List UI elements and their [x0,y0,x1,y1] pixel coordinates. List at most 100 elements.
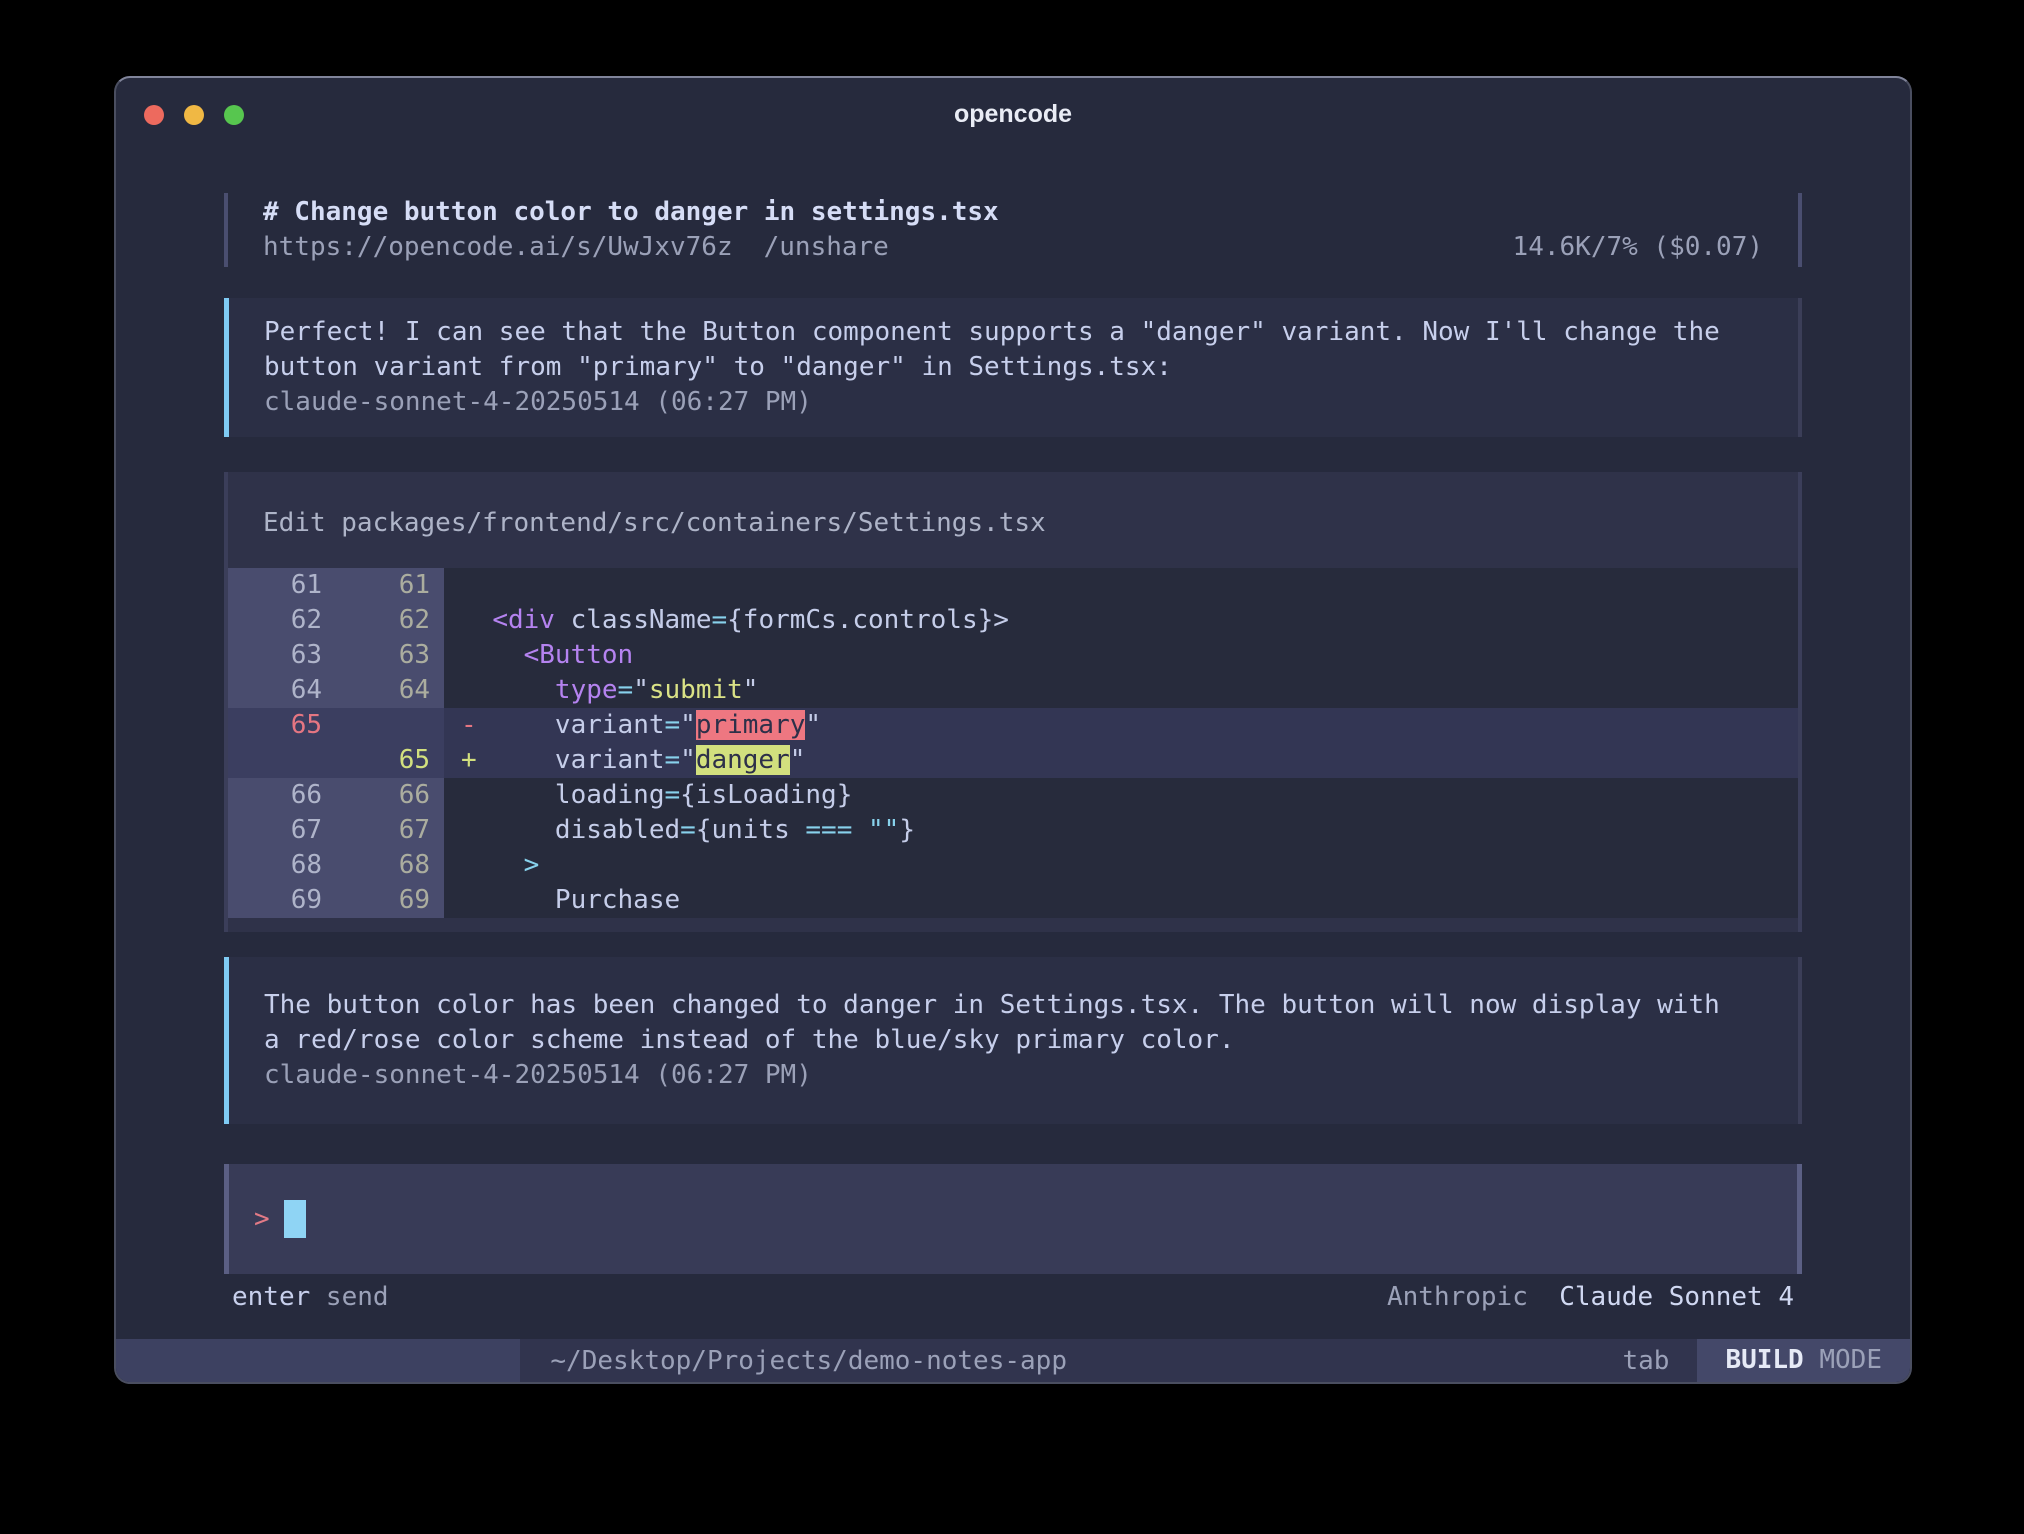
old-line-number: 63 [228,638,336,673]
code-token: - [461,710,477,740]
message-text: The button color has been changed to dan… [264,988,1763,1023]
new-line-number: 65 [336,743,444,778]
code-token: = [665,710,681,740]
code-token: danger [696,745,790,775]
code-token: = [680,815,696,845]
diff-row: 6464 type="submit" [228,673,1798,708]
assistant-message-1: Perfect! I can see that the Button compo… [224,298,1802,437]
model-indicator: Anthropic Claude Sonnet 4 [1387,1280,1794,1316]
code-token: " [790,745,806,775]
code-token: " [743,675,759,705]
code-line: <div className={formCs.controls}> [444,603,1798,638]
session-meta-row: https://opencode.ai/s/UwJxv76z /unshare … [263,230,1763,265]
code-token: "" [868,815,899,845]
old-line-number: 66 [228,778,336,813]
code-token: " [633,675,649,705]
chat-input[interactable]: > [224,1164,1802,1274]
diff-row: 6161 [228,568,1798,603]
new-line-number: 67 [336,813,444,848]
code-token: " [805,710,821,740]
code-token: className [555,605,712,635]
window-title: opencode [116,100,1910,129]
code-line: disabled={units === ""} [444,813,1798,848]
mode-name: BUILD [1725,1345,1803,1375]
code-token [461,640,524,670]
share-url-link[interactable]: https://opencode.ai/s/UwJxv76z [263,230,733,265]
message-model-timestamp: claude-sonnet-4-20250514 (06:27 PM) [264,1058,1763,1093]
code-token: = [665,745,681,775]
code-token: {units [696,815,806,845]
diff-row: 6969 Purchase [228,883,1798,918]
diff-row: 6767 disabled={units === ""} [228,813,1798,848]
code-line: > [444,848,1798,883]
opencode-window: opencode # Change button color to danger… [114,76,1912,1384]
unshare-command[interactable]: /unshare [764,230,889,265]
diff-row: 6363 <Button [228,638,1798,673]
code-token: " [680,745,696,775]
new-line-number: 69 [336,883,444,918]
old-line-number: 65 [228,708,336,743]
diff-row: 65+ variant="danger" [228,743,1798,778]
code-token: === [805,815,852,845]
hint-bar: enter send Anthropic Claude Sonnet 4 [224,1280,1802,1316]
new-line-number: 62 [336,603,444,638]
send-action-hint: send [310,1280,388,1316]
message-model-timestamp: claude-sonnet-4-20250514 (06:27 PM) [264,385,1763,420]
old-line-number: 69 [228,883,336,918]
new-line-number: 64 [336,673,444,708]
code-token: = [618,675,634,705]
code-token: {formCs.controls}> [727,605,1009,635]
new-line-number: 63 [336,638,444,673]
code-token [461,850,524,880]
code-token: variant [477,745,665,775]
code-token: submit [649,675,743,705]
message-text: button variant from "primary" to "danger… [264,350,1763,385]
diff-row: 6262 <div className={formCs.controls}> [228,603,1798,638]
tab-key-hint: tab [1622,1346,1669,1376]
code-token: <div [492,605,555,635]
app-version-segment: opencode v0.3.11 [116,1339,520,1382]
code-token: type [555,675,618,705]
provider-name: Anthropic [1387,1282,1544,1312]
code-token: disabled [461,815,680,845]
code-token: = [665,780,681,810]
prompt-symbol: > [254,1202,270,1237]
code-token: > [524,850,540,880]
code-token: " [680,710,696,740]
old-line-number: 62 [228,603,336,638]
new-line-number: 68 [336,848,444,883]
token-cost-stats: 14.6K/7% ($0.07) [1513,230,1763,265]
new-line-number: 66 [336,778,444,813]
code-token: {isLoading} [680,780,852,810]
edit-tool-block: Edit packages/frontend/src/containers/Se… [224,472,1802,932]
new-line-number [336,708,444,743]
status-bar: opencode v0.3.11 ~/Desktop/Projects/demo… [116,1339,1910,1382]
text-cursor [284,1200,306,1238]
code-line: + variant="danger" [444,743,1798,778]
code-line [444,568,1798,603]
code-line: Purchase [444,883,1798,918]
message-text: a red/rose color scheme instead of the b… [264,1023,1763,1058]
code-token [461,605,492,635]
diff-row: 6666 loading={isLoading} [228,778,1798,813]
code-line: - variant="primary" [444,708,1798,743]
code-token [461,675,555,705]
new-line-number: 61 [336,568,444,603]
code-token: <Button [524,640,634,670]
mode-area: tab BUILD MODE [1622,1339,1910,1382]
code-token: } [899,815,915,845]
mode-toggle[interactable]: BUILD MODE [1697,1339,1910,1382]
session-title: # Change button color to danger in setti… [263,195,1763,230]
mode-suffix: MODE [1804,1345,1882,1375]
old-line-number: 67 [228,813,336,848]
enter-key-hint: enter [232,1280,310,1316]
model-name: Claude Sonnet 4 [1559,1282,1794,1312]
diff-row: 65 - variant="primary" [228,708,1798,743]
window-titlebar[interactable]: opencode [116,78,1910,150]
old-line-number: 68 [228,848,336,883]
code-token: Purchase [461,885,680,915]
old-line-number: 61 [228,568,336,603]
old-line-number: 64 [228,673,336,708]
code-token: loading [461,780,665,810]
assistant-message-2: The button color has been changed to dan… [224,957,1802,1124]
